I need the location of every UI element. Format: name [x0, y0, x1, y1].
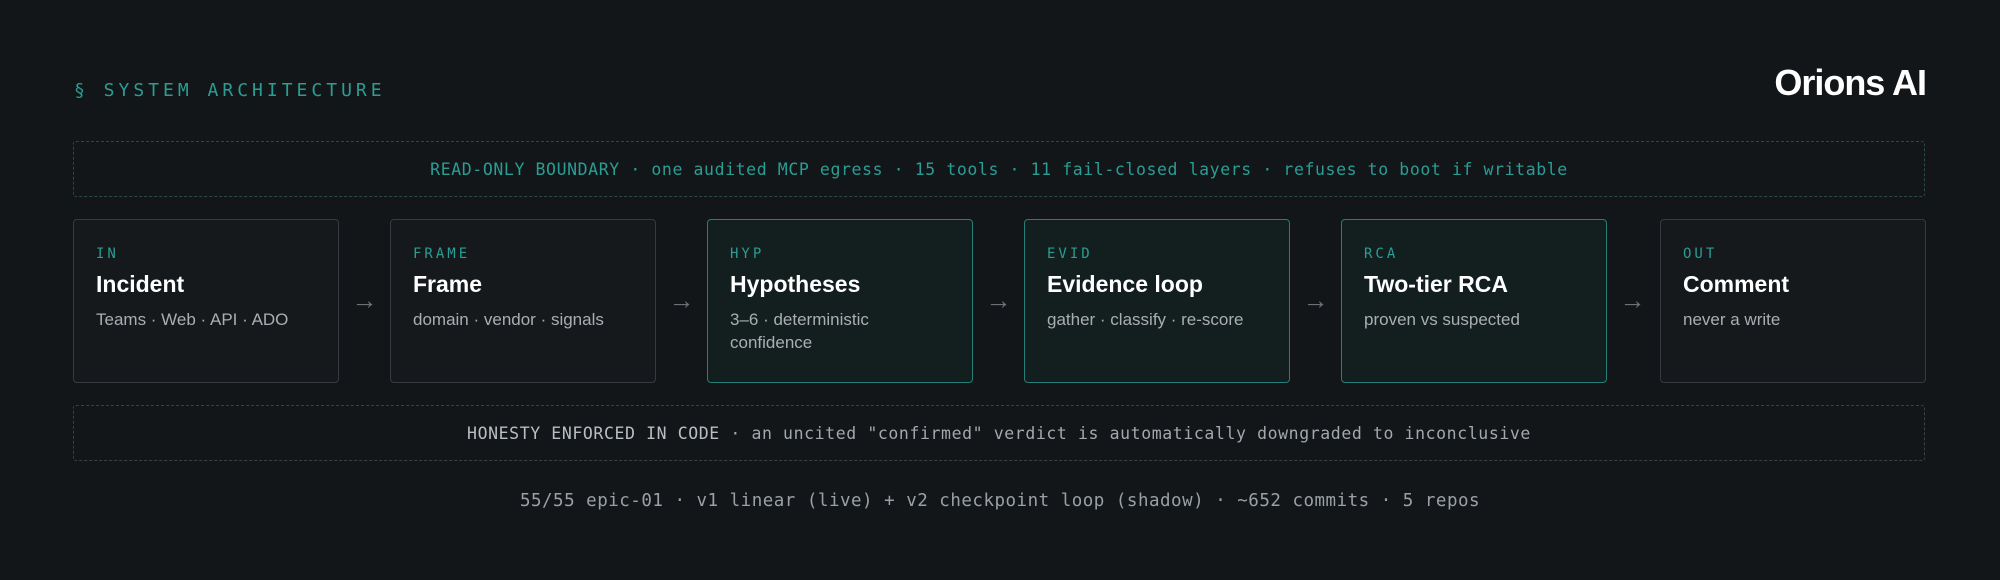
stage-subtitle: 3–6 · deterministic confidence	[730, 310, 869, 352]
stage-card-frame: FRAME Frame domain · vendor · signals	[390, 219, 656, 383]
arrow-right-icon: →	[668, 285, 695, 315]
stage-card-in: IN Incident Teams · Web · API · ADO	[73, 219, 339, 383]
stage-tag: EVID	[1047, 246, 1093, 262]
stage-subtitle: gather · classify · re-score	[1047, 310, 1244, 329]
stage-tag: IN	[96, 246, 119, 262]
read-only-boundary-text: READ-ONLY BOUNDARY · one audited MCP egr…	[430, 159, 1568, 179]
stage-title: Hypotheses	[730, 271, 861, 297]
stage-title: Evidence loop	[1047, 271, 1203, 297]
arrow-right-icon: →	[1302, 285, 1329, 315]
arrow-right-icon: →	[985, 285, 1012, 315]
stage-subtitle: proven vs suspected	[1364, 310, 1520, 329]
stage-card-hyp: HYP Hypotheses 3–6 · deterministic confi…	[707, 219, 973, 383]
stage-title: Incident	[96, 271, 185, 297]
stage-tag: RCA	[1364, 246, 1399, 262]
stage-tag: FRAME	[413, 246, 471, 262]
footer-stats: 55/55 epic-01 · v1 linear (live) + v2 ch…	[519, 491, 1481, 511]
stage-title: Two-tier RCA	[1364, 271, 1508, 297]
stage-tag: OUT	[1683, 246, 1718, 262]
read-only-boundary-banner: READ-ONLY BOUNDARY · one audited MCP egr…	[73, 141, 1925, 197]
arrow-right-icon: →	[1619, 285, 1646, 315]
honesty-enforced-banner: HONESTY ENFORCED IN CODE · an uncited "c…	[73, 405, 1925, 461]
stage-card-out: OUT Comment never a write	[1660, 219, 1926, 383]
pipeline-flow: IN Incident Teams · Web · API · ADO → FR…	[73, 219, 1926, 383]
stage-subtitle: domain · vendor · signals	[413, 310, 604, 329]
stage-subtitle: Teams · Web · API · ADO	[96, 310, 289, 329]
stage-card-rca: RCA Two-tier RCA proven vs suspected	[1341, 219, 1607, 383]
stage-tag: HYP	[730, 246, 765, 262]
honesty-enforced-lead: HONESTY ENFORCED IN CODE	[467, 423, 720, 443]
stage-title: Frame	[413, 271, 483, 297]
section-label: § SYSTEM ARCHITECTURE	[74, 80, 386, 101]
arrow-right-icon: →	[351, 285, 378, 315]
stage-card-evid: EVID Evidence loop gather · classify · r…	[1024, 219, 1290, 383]
stage-subtitle: never a write	[1683, 310, 1781, 329]
honesty-enforced-text: · an uncited "confirmed" verdict is auto…	[719, 423, 1531, 443]
brand-logo: Orions AI	[1774, 62, 1927, 103]
stage-title: Comment	[1683, 271, 1790, 297]
